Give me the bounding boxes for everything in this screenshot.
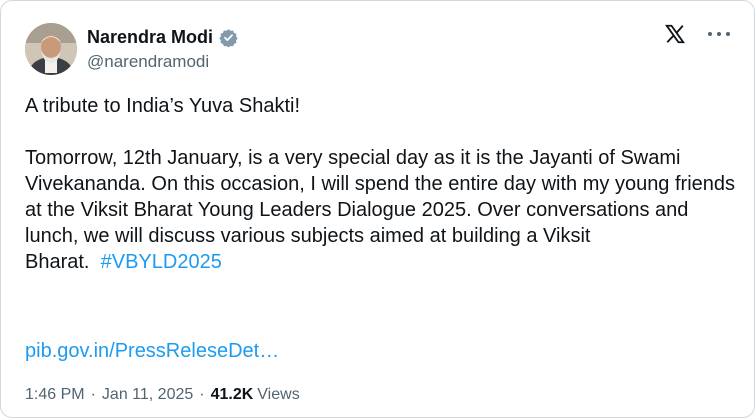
post-paragraph-2: Tomorrow, 12th January, is a very specia… bbox=[25, 145, 737, 275]
name-row: Narendra Modi bbox=[87, 25, 238, 49]
post-header: Narendra Modi @narendramodi bbox=[25, 23, 730, 75]
post-line-1: A tribute to India’s Yuva Shakti! bbox=[25, 95, 300, 117]
more-options-icon[interactable] bbox=[708, 24, 730, 44]
dot bbox=[726, 32, 730, 36]
post-date[interactable]: Jan 11, 2025 bbox=[102, 385, 193, 405]
author-display-name[interactable]: Narendra Modi bbox=[87, 27, 213, 48]
x-logo-icon[interactable] bbox=[664, 23, 686, 45]
separator-dot: · bbox=[90, 386, 96, 403]
dot bbox=[717, 32, 721, 36]
verified-badge-icon bbox=[219, 28, 238, 48]
dot bbox=[708, 32, 712, 36]
avatar[interactable] bbox=[25, 23, 77, 75]
external-link[interactable]: pib.gov.in/PressReleseDet… bbox=[25, 338, 279, 364]
separator-dot: · bbox=[199, 386, 205, 403]
views-label: Views bbox=[257, 386, 300, 403]
post-card: Narendra Modi @narendramodi A tribute to… bbox=[0, 0, 755, 418]
author-names: Narendra Modi @narendramodi bbox=[87, 25, 238, 72]
author-handle[interactable]: @narendramodi bbox=[87, 52, 238, 72]
post-time[interactable]: 1:46 PM bbox=[25, 385, 85, 405]
hashtag-link[interactable]: #VBYLD2025 bbox=[101, 251, 222, 273]
post-meta: 1:46 PM · Jan 11, 2025 · 41.2K Views bbox=[25, 385, 300, 405]
views-count: 41.2K bbox=[210, 386, 254, 403]
post-text: A tribute to India’s Yuva Shakti! Tomorr… bbox=[25, 93, 737, 275]
